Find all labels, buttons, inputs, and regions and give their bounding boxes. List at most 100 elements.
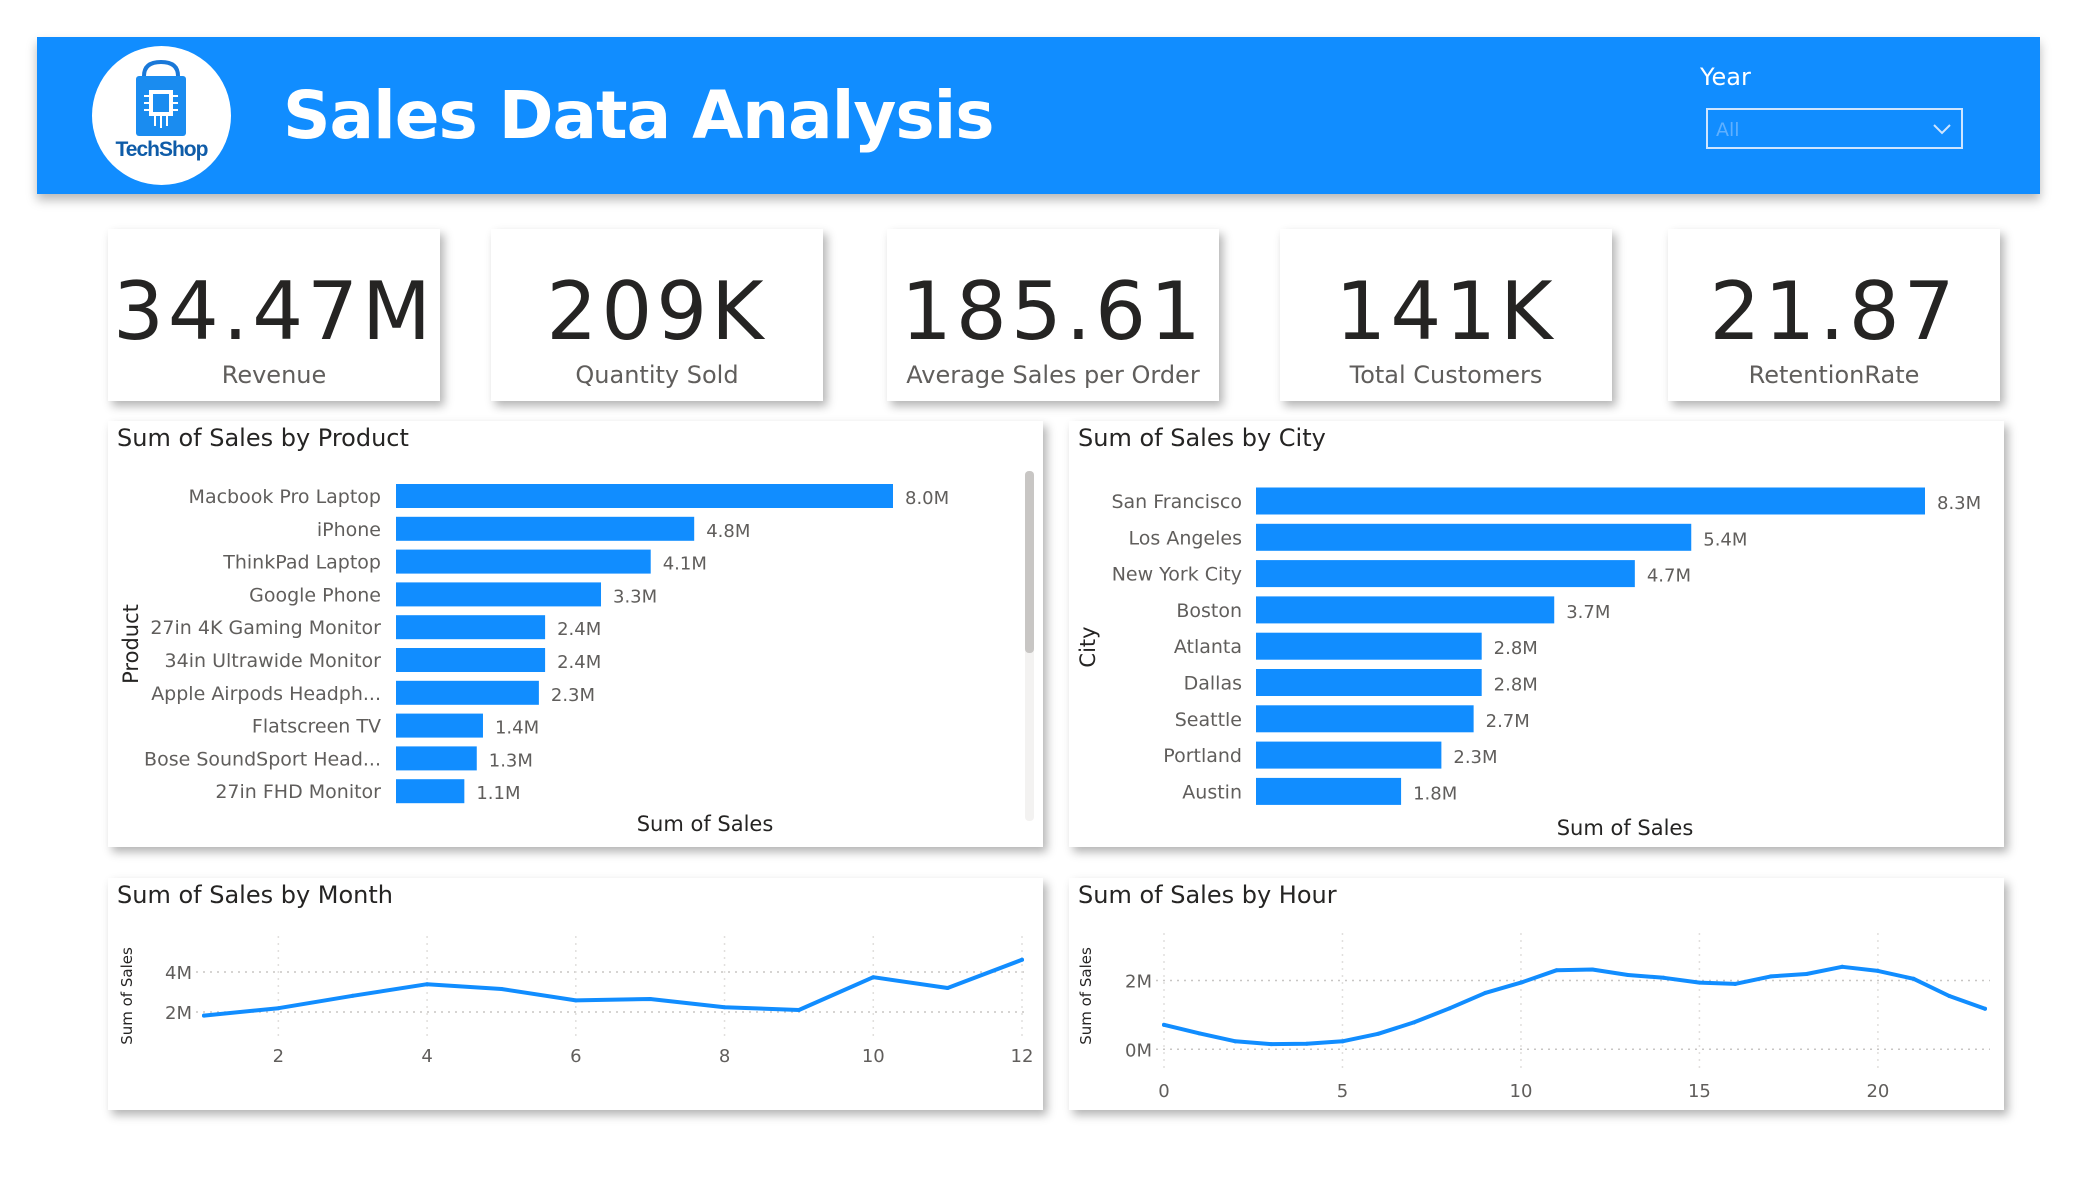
data-label: 3.3M [613,586,657,607]
bar [1256,523,1692,551]
data-point [425,982,430,987]
data-point [648,997,653,1001]
series-line [202,957,1024,1018]
category-label: 27in FHD Monitor [215,781,381,803]
data-point [1483,990,1488,995]
data-point [1233,1039,1238,1044]
data-point [1733,981,1738,986]
data-point [1626,973,1631,977]
category-label: 34in Ultrawide Monitor [165,650,382,672]
data-label: 8.3M [1937,493,1981,514]
x-tick-label: 4 [421,1046,432,1067]
kpi-card-average-sales: 185.61 Average Sales per Order [887,229,1219,401]
data-label: 3.7M [1566,602,1610,623]
chart-sales-by-hour[interactable]: Sum of Sales by Hour 0M 2M 0 5 10 15 20 Sum of … [1069,878,2004,1110]
category-label: Atlanta [1174,636,1242,658]
logo-wordmark: TechShop [115,138,209,161]
y-axis-title: City [1076,626,1100,667]
category-label: ThinkPad Laptop [222,552,381,574]
chart-sales-by-month[interactable]: Sum of Sales by Month 2M 4M 2 4 6 8 10 12 Sum of… [108,878,1043,1110]
data-point [1875,968,1880,973]
year-filter-label: Year [1700,63,1751,91]
kpi-card-quantity-sold: 209K Quantity Sold [491,229,823,401]
data-point [871,975,876,980]
data-point [1840,964,1845,969]
category-label: Portland [1163,745,1242,767]
data-point [1983,1006,1987,1011]
data-point [1804,971,1809,976]
category-label: Flatscreen TV [252,716,381,738]
data-point [1661,975,1666,980]
kpi-label: Revenue [221,361,327,389]
bar [396,746,477,771]
category-label: New York City [1112,564,1242,586]
page-title: Sales Data Analysis [283,77,995,154]
data-label: 2.4M [557,652,601,673]
data-point [350,993,355,998]
data-label: 1.3M [489,750,533,771]
bar [1256,777,1402,805]
kpi-value: 141K [1335,265,1557,358]
bar [396,713,483,738]
data-point [1911,976,1916,981]
data-point [1340,1039,1345,1044]
data-point [1590,967,1595,972]
category-label: Google Phone [249,584,381,606]
year-filter-dropdown[interactable]: All [1706,108,1963,149]
kpi-value: 21.87 [1709,265,1959,358]
year-filter-value: All [1716,119,1740,141]
data-point [1768,974,1773,979]
data-label: 4.8M [706,521,750,542]
data-point [1518,980,1523,985]
x-tick-label: 2 [273,1046,284,1067]
category-label: Apple Airpods Headph... [151,683,381,705]
bar [1256,705,1474,733]
x-tick-label: 0 [1158,1081,1169,1102]
chart-sales-by-city[interactable]: Sum of Sales by City San Francisco 8.3M Lo… [1069,421,2004,847]
category-label: iPhone [317,519,381,541]
data-point [1447,1006,1452,1011]
data-point [1411,1020,1416,1025]
kpi-label: Total Customers [1349,361,1543,389]
kpi-card-revenue: 34.47M Revenue [108,229,440,401]
kpi-card-total-customers: 141K Total Customers [1280,229,1612,401]
data-point [573,998,578,1003]
y-tick-label: 4M [165,963,192,984]
data-label: 2.3M [551,685,595,706]
series-line [1162,964,1987,1047]
data-point [1269,1042,1274,1047]
data-point [1697,980,1702,985]
category-label: Bose SoundSport Head... [144,748,381,770]
kpi-label: Average Sales per Order [906,361,1200,389]
bar [396,680,539,705]
y-tick-label: 0M [1125,1040,1152,1061]
data-label: 2.8M [1494,675,1538,696]
data-label: 1.8M [1413,783,1457,804]
bar [1256,632,1482,660]
x-axis-title: Sum of Sales [637,812,774,836]
data-label: 1.4M [495,718,539,739]
shopping-bag-icon [136,59,186,136]
category-label: Austin [1182,781,1242,803]
bar [396,779,465,804]
header-banner: TechShop Sales Data Analysis Year All [37,37,2040,194]
data-label: 5.4M [1703,529,1747,550]
data-point [499,987,504,991]
chevron-down-icon [1933,124,1951,135]
data-label: 4.1M [663,554,707,575]
chart-sales-by-product[interactable]: Sum of Sales by Product Macbook Pro Lapt… [108,421,1043,847]
data-label: 2.8M [1494,638,1538,659]
bar [396,615,546,640]
data-point [202,1013,206,1018]
bar-chart-city: San Francisco 8.3M Los Angeles 5.4M New York… [1076,487,1981,840]
bar-chart-product: Macbook Pro Laptop 8.0M iPhone 4.8M ThinkPad… [119,471,1034,836]
kpi-value: 34.47M [112,265,436,358]
data-point [1554,968,1559,973]
kpi-value: 185.61 [901,265,1205,358]
data-label: 4.7M [1647,566,1691,587]
y-tick-label: 2M [165,1003,192,1024]
category-label: Seattle [1175,709,1242,731]
data-point [722,1005,727,1010]
techshop-logo: TechShop [92,46,231,185]
data-point [276,1006,281,1011]
